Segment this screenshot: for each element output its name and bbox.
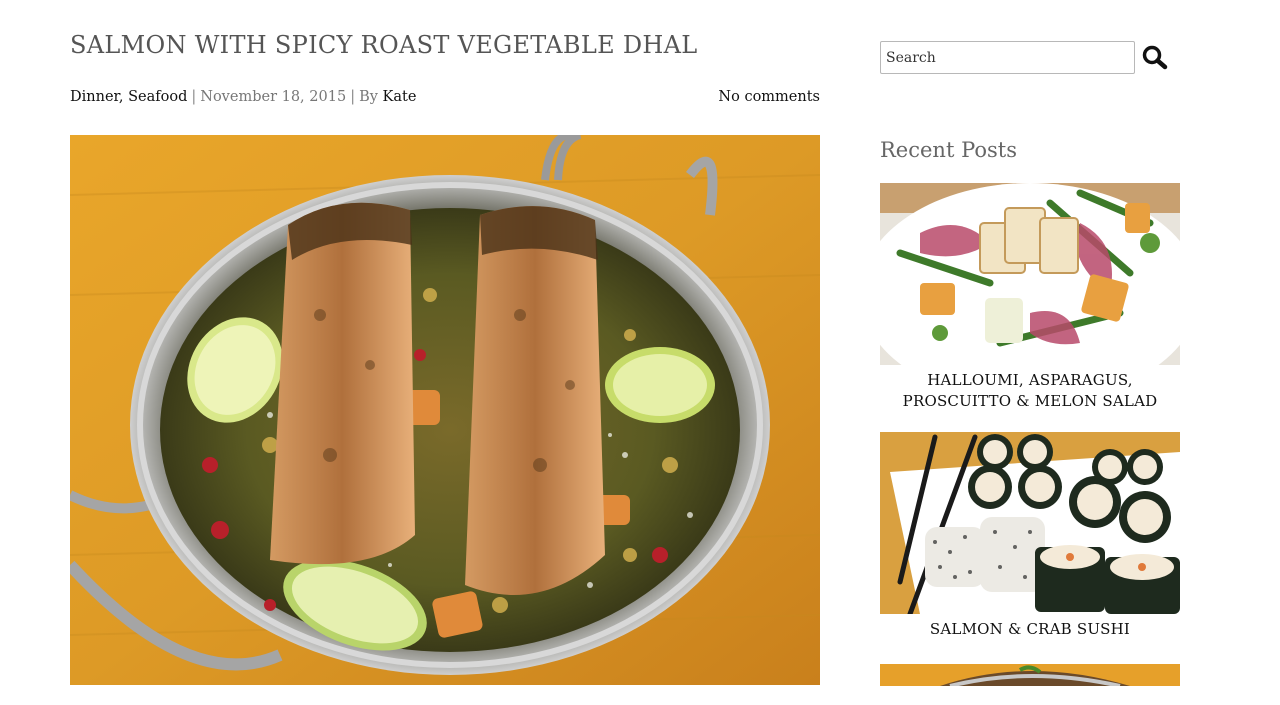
recent-post-thumbnail[interactable] [880,432,1180,614]
magnifier-icon [1142,45,1168,69]
by-label: By [359,89,378,105]
post-title: SALMON WITH SPICY ROAST VEGETABLE DHAL [70,31,698,59]
recent-post-thumbnail[interactable] [880,183,1180,365]
author-link[interactable]: Kate [383,89,417,105]
recent-post-title[interactable]: SALMON & CRAB SUSHI [880,619,1180,640]
post-meta: Dinner, Seafood | November 18, 2015 | By Kat… [70,86,820,108]
recent-post-thumbnail[interactable] [880,664,1180,686]
sidebar: Recent Posts [880,41,1180,686]
category-comma: , [118,89,129,105]
category-link-dinner[interactable]: Dinner [70,89,119,105]
search-form [880,41,1180,74]
recent-posts-title: Recent Posts [880,138,1017,162]
search-button[interactable] [1141,44,1169,72]
recent-post-item[interactable]: SALMON & CRAB SUSHI [880,432,1180,640]
search-input[interactable] [880,41,1135,74]
featured-image [70,135,820,685]
post-main: SALMON WITH SPICY ROAST VEGETABLE DHAL D… [70,30,820,685]
post-date: November 18, 2015 [200,89,347,105]
recent-post-item[interactable]: HALLOUMI, ASPARAGUS, PROSCUITTO & MELON … [880,183,1180,412]
meta-separator: | [191,89,197,105]
post-meta-left: Dinner, Seafood | November 18, 2015 | By Kat… [70,89,416,105]
meta-separator: | [350,89,356,105]
recent-post-item[interactable] [880,664,1180,686]
category-link-seafood[interactable]: Seafood [128,89,187,105]
comments-link[interactable]: No comments [718,89,820,105]
recent-post-title[interactable]: HALLOUMI, ASPARAGUS, PROSCUITTO & MELON … [880,370,1180,412]
